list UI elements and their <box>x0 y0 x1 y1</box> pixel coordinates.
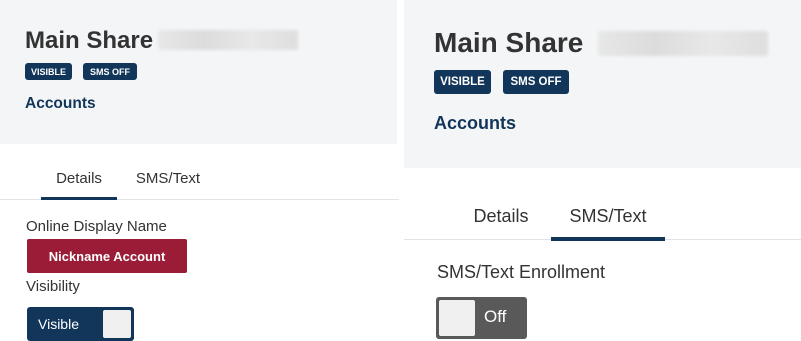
account-panel-sms: Main Share VISIBLE SMS OFF Accounts Deta… <box>404 0 801 341</box>
account-panel-details: Main Share VISIBLE SMS OFF Accounts Deta… <box>0 0 399 341</box>
tab-sms-text[interactable]: SMS/Text <box>122 160 214 199</box>
sms-toggle-text: Off <box>484 307 507 326</box>
tab-bar: Details SMS/Text <box>0 160 399 200</box>
nickname-account-button[interactable]: Nickname Account <box>27 239 187 273</box>
tab-sms-text[interactable]: SMS/Text <box>551 198 665 241</box>
visibility-label: Visibility <box>26 278 80 295</box>
visibility-toggle[interactable]: Visible <box>27 307 134 341</box>
sms-off-badge: SMS OFF <box>503 70 569 94</box>
toggle-knob <box>439 300 475 336</box>
accounts-link[interactable]: Accounts <box>434 113 516 134</box>
tab-details[interactable]: Details <box>41 160 117 200</box>
tab-bar: Details SMS/Text <box>404 198 801 241</box>
redacted-account-number <box>158 30 298 50</box>
accounts-link[interactable]: Accounts <box>25 95 96 113</box>
sms-enrollment-toggle[interactable]: Off <box>436 297 527 339</box>
tab-details[interactable]: Details <box>452 198 550 239</box>
account-header: Main Share VISIBLE SMS OFF Accounts <box>0 0 397 144</box>
account-header: Main Share VISIBLE SMS OFF Accounts <box>404 0 801 168</box>
sms-off-badge: SMS OFF <box>83 63 137 80</box>
redacted-account-number <box>598 31 768 56</box>
visibility-toggle-text: Visible <box>38 316 79 332</box>
online-display-name-label: Online Display Name <box>26 218 167 235</box>
visible-badge: VISIBLE <box>25 63 72 80</box>
account-title: Main Share <box>25 27 154 54</box>
account-title: Main Share <box>434 27 584 58</box>
visible-badge: VISIBLE <box>434 70 491 94</box>
sms-text-enrollment-label: SMS/Text Enrollment <box>437 262 606 282</box>
toggle-knob <box>103 310 131 338</box>
